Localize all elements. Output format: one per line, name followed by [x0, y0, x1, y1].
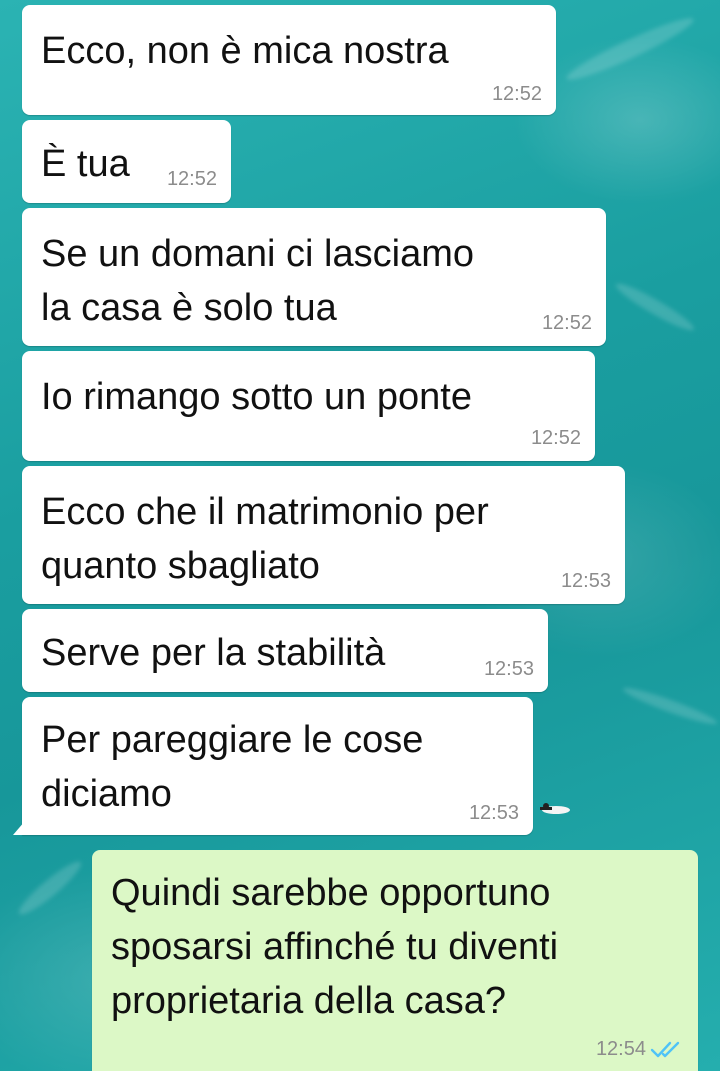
message-line: diciamo: [41, 773, 172, 815]
message-bubble[interactable]: È tua 12:52: [22, 120, 231, 203]
message-bubble[interactable]: Serve per la stabilità 12:53: [22, 609, 548, 692]
message-line: la casa è solo tua: [41, 287, 337, 329]
message-timestamp: 12:53: [468, 802, 519, 824]
message-text: Ecco, non è mica nostra: [41, 24, 449, 78]
message-timestamp: 12:53: [483, 658, 534, 680]
message-line: Se un domani ci lasciamo: [41, 233, 474, 275]
message-bubble-outgoing[interactable]: Quindi sarebbe opportuno sposarsi affinc…: [92, 850, 698, 1071]
message-text: Quindi sarebbe opportuno sposarsi affinc…: [111, 866, 558, 1028]
message-line: Serve per la stabilità: [41, 632, 386, 674]
message-text: Io rimango sotto un ponte: [41, 370, 472, 424]
message-timestamp: 12:53: [560, 570, 611, 592]
message-line: sposarsi affinché tu diventi: [111, 926, 559, 968]
message-line: quanto sbagliato: [41, 545, 320, 587]
message-line: È tua: [41, 143, 130, 185]
message-timestamp: 12:52: [491, 83, 542, 105]
message-bubble[interactable]: Per pareggiare le cose diciamo 12:53: [13, 697, 533, 835]
bubble-tail: [13, 821, 25, 835]
double-check-icon: [650, 1041, 680, 1058]
message-timestamp: 12:54: [595, 1038, 646, 1060]
message-line: proprietaria della casa?: [111, 980, 507, 1022]
message-text: Serve per la stabilità: [41, 626, 385, 680]
message-bubble[interactable]: Io rimango sotto un ponte 12:52: [22, 351, 595, 461]
message-text: Ecco che il matrimonio per quanto sbagli…: [41, 485, 489, 593]
message-text: È tua: [41, 137, 130, 191]
message-text: Per pareggiare le cose diciamo: [41, 713, 423, 821]
message-line: Ecco che il matrimonio per: [41, 491, 489, 533]
message-text: Se un domani ci lasciamo la casa è solo …: [41, 227, 474, 335]
message-timestamp: 12:52: [541, 312, 592, 334]
wave-streak: [612, 278, 698, 336]
message-timestamp: 12:52: [166, 168, 217, 190]
message-line: Quindi sarebbe opportuno: [111, 872, 551, 914]
wave-streak: [562, 11, 698, 87]
message-line: Ecco, non è mica nostra: [41, 30, 449, 72]
message-line: Io rimango sotto un ponte: [41, 376, 472, 418]
message-bubble[interactable]: Ecco che il matrimonio per quanto sbagli…: [22, 466, 625, 604]
surfer-image: [540, 803, 570, 814]
message-timestamp: 12:52: [530, 427, 581, 449]
message-bubble[interactable]: Se un domani ci lasciamo la casa è solo …: [22, 208, 606, 346]
message-line: Per pareggiare le cose: [41, 719, 424, 761]
message-bubble[interactable]: Ecco, non è mica nostra 12:52: [22, 5, 556, 115]
wave-streak: [620, 683, 720, 729]
wave-streak: [14, 856, 86, 920]
